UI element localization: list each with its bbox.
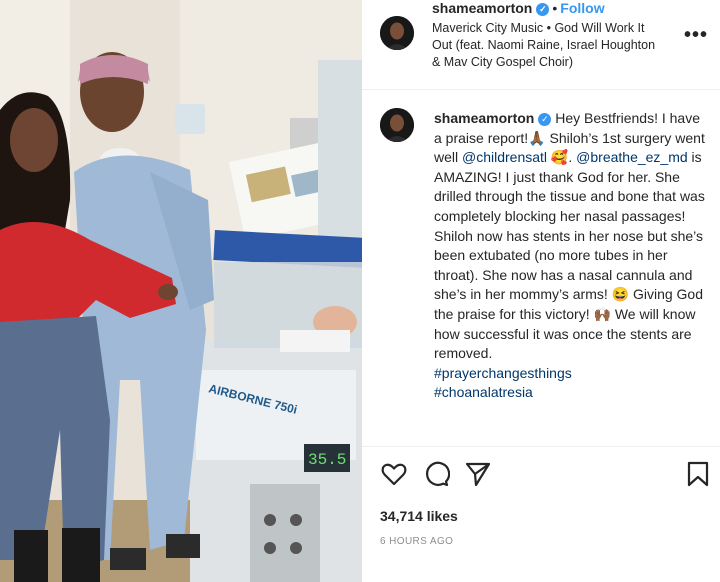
- caption-part-3: is AMAZING! I just thank God for her. Sh…: [434, 149, 705, 362]
- nicu-photo-illustration: 35.5 AIRBORNE 750i: [0, 0, 362, 582]
- header-user-line: shameamorton ✓ • Follow: [432, 0, 605, 16]
- post-sidebar: shameamorton ✓ • Follow Maverick City Music…: [362, 0, 720, 582]
- header-divider: [362, 89, 720, 90]
- action-bar: [362, 460, 720, 496]
- comment-icon[interactable]: [422, 460, 450, 488]
- follow-button[interactable]: Follow: [560, 0, 604, 16]
- heart-icon[interactable]: [380, 460, 408, 488]
- caption-username[interactable]: shameamorton: [434, 110, 534, 126]
- post-header: shameamorton ✓ • Follow Maverick City Music…: [362, 0, 720, 88]
- actions-divider: [362, 446, 720, 447]
- header-username[interactable]: shameamorton: [432, 0, 532, 16]
- author-avatar[interactable]: [380, 16, 414, 50]
- separator-dot: •: [552, 0, 558, 16]
- caption-block: shameamorton ✓ Hey Bestfriends! I have a …: [362, 100, 720, 444]
- likes-count[interactable]: 34,714 likes: [380, 508, 458, 524]
- bookmark-icon[interactable]: [684, 460, 712, 488]
- avatar-image: [380, 108, 414, 142]
- avatar-image: [380, 16, 414, 50]
- more-options-icon[interactable]: •••: [684, 24, 708, 47]
- caption-avatar[interactable]: [380, 108, 414, 142]
- monitor-reading: 35.5: [308, 451, 346, 469]
- hashtag-choanalatresia[interactable]: #choanalatresia: [434, 384, 533, 400]
- post-photo[interactable]: 35.5 AIRBORNE 750i: [0, 0, 362, 582]
- audio-track-link[interactable]: Maverick City Music • God Will Work It O…: [432, 20, 664, 71]
- share-icon[interactable]: [464, 460, 492, 488]
- hashtag-prayerchangesthings[interactable]: #prayerchangesthings: [434, 365, 572, 381]
- verified-badge-icon: ✓: [538, 113, 552, 126]
- mention-breathe-ez-md[interactable]: @breathe_ez_md: [576, 149, 688, 165]
- caption-part-2: 🥰.: [547, 149, 577, 166]
- caption-text: shameamorton ✓ Hey Bestfriends! I have a …: [434, 109, 706, 403]
- verified-badge-icon: ✓: [536, 3, 550, 16]
- mention-childrensatl[interactable]: @childrensatl: [462, 149, 547, 165]
- post-timestamp[interactable]: 6 HOURS AGO: [380, 536, 453, 547]
